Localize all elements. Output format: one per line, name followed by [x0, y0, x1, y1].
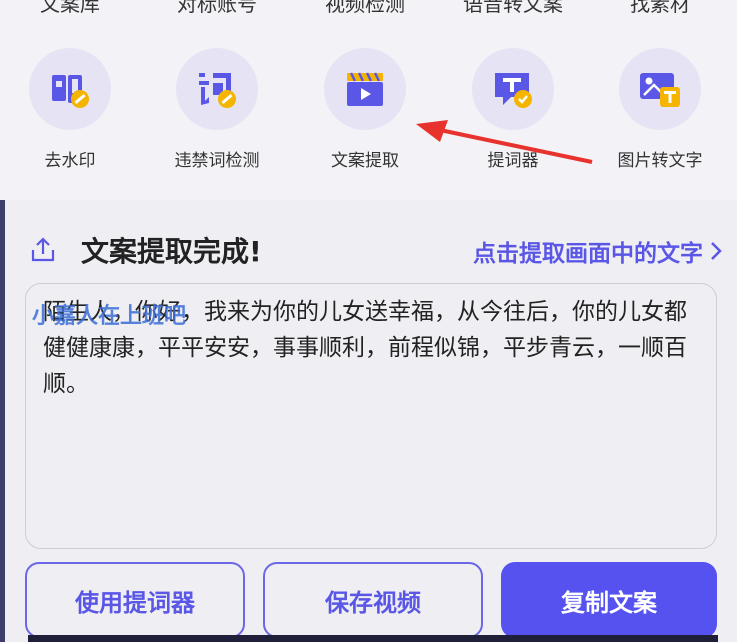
top-tab-video-check[interactable]: 视频检测: [295, 0, 435, 17]
video-clapper-icon: [324, 48, 406, 130]
share-icon[interactable]: [29, 236, 57, 264]
tools-panel: 文案库 对标账号 视频检测 语音转文案 找素材 去水印 违禁词检测 文案提取 提…: [0, 0, 737, 200]
result-title: 文案提取完成!: [81, 235, 262, 268]
copy-text-button[interactable]: 复制文案: [501, 562, 717, 638]
result-header: 文案提取完成! 点击提取画面中的文字: [23, 228, 723, 268]
tool-watermark-remove[interactable]: 去水印: [0, 48, 140, 171]
extract-link-label: 点击提取画面中的文字: [473, 241, 703, 267]
use-teleprompter-button[interactable]: 使用提词器: [25, 562, 245, 638]
tool-label: 图片转文字: [617, 151, 703, 171]
tool-label: 去水印: [44, 151, 96, 171]
watermark-remove-icon: [29, 48, 111, 130]
annotation-arrow-icon: [416, 120, 593, 164]
result-panel: 文案提取完成! 点击提取画面中的文字 陌生人，你好，我来为你的儿女送幸福，从今往…: [5, 200, 737, 642]
chevron-right-icon: [711, 242, 722, 260]
tool-label: 违禁词检测: [174, 151, 260, 171]
save-video-button[interactable]: 保存视频: [263, 562, 483, 638]
top-tab-benchmark-accounts[interactable]: 对标账号: [147, 0, 287, 17]
tool-forbidden-word-check[interactable]: 违禁词检测: [147, 48, 287, 171]
extract-screen-text-link[interactable]: 点击提取画面中的文字: [473, 234, 723, 268]
video-watermark: 小嘉人在上班吧: [32, 304, 187, 329]
top-tab-find-material[interactable]: 找素材: [590, 0, 730, 17]
top-tab-speech-to-text[interactable]: 语音转文案: [443, 0, 583, 17]
bottom-bar: [28, 635, 718, 642]
tool-image-to-text[interactable]: 图片转文字: [590, 48, 730, 171]
extracted-text-area[interactable]: 陌生人，你好，我来为你的儿女送幸福，从今往后，你的儿女都健健康康，平平安安，事事…: [25, 283, 717, 549]
image-to-text-icon: [619, 48, 701, 130]
top-tab-copy-library[interactable]: 文案库: [0, 0, 140, 17]
forbidden-word-check-icon: [176, 48, 258, 130]
